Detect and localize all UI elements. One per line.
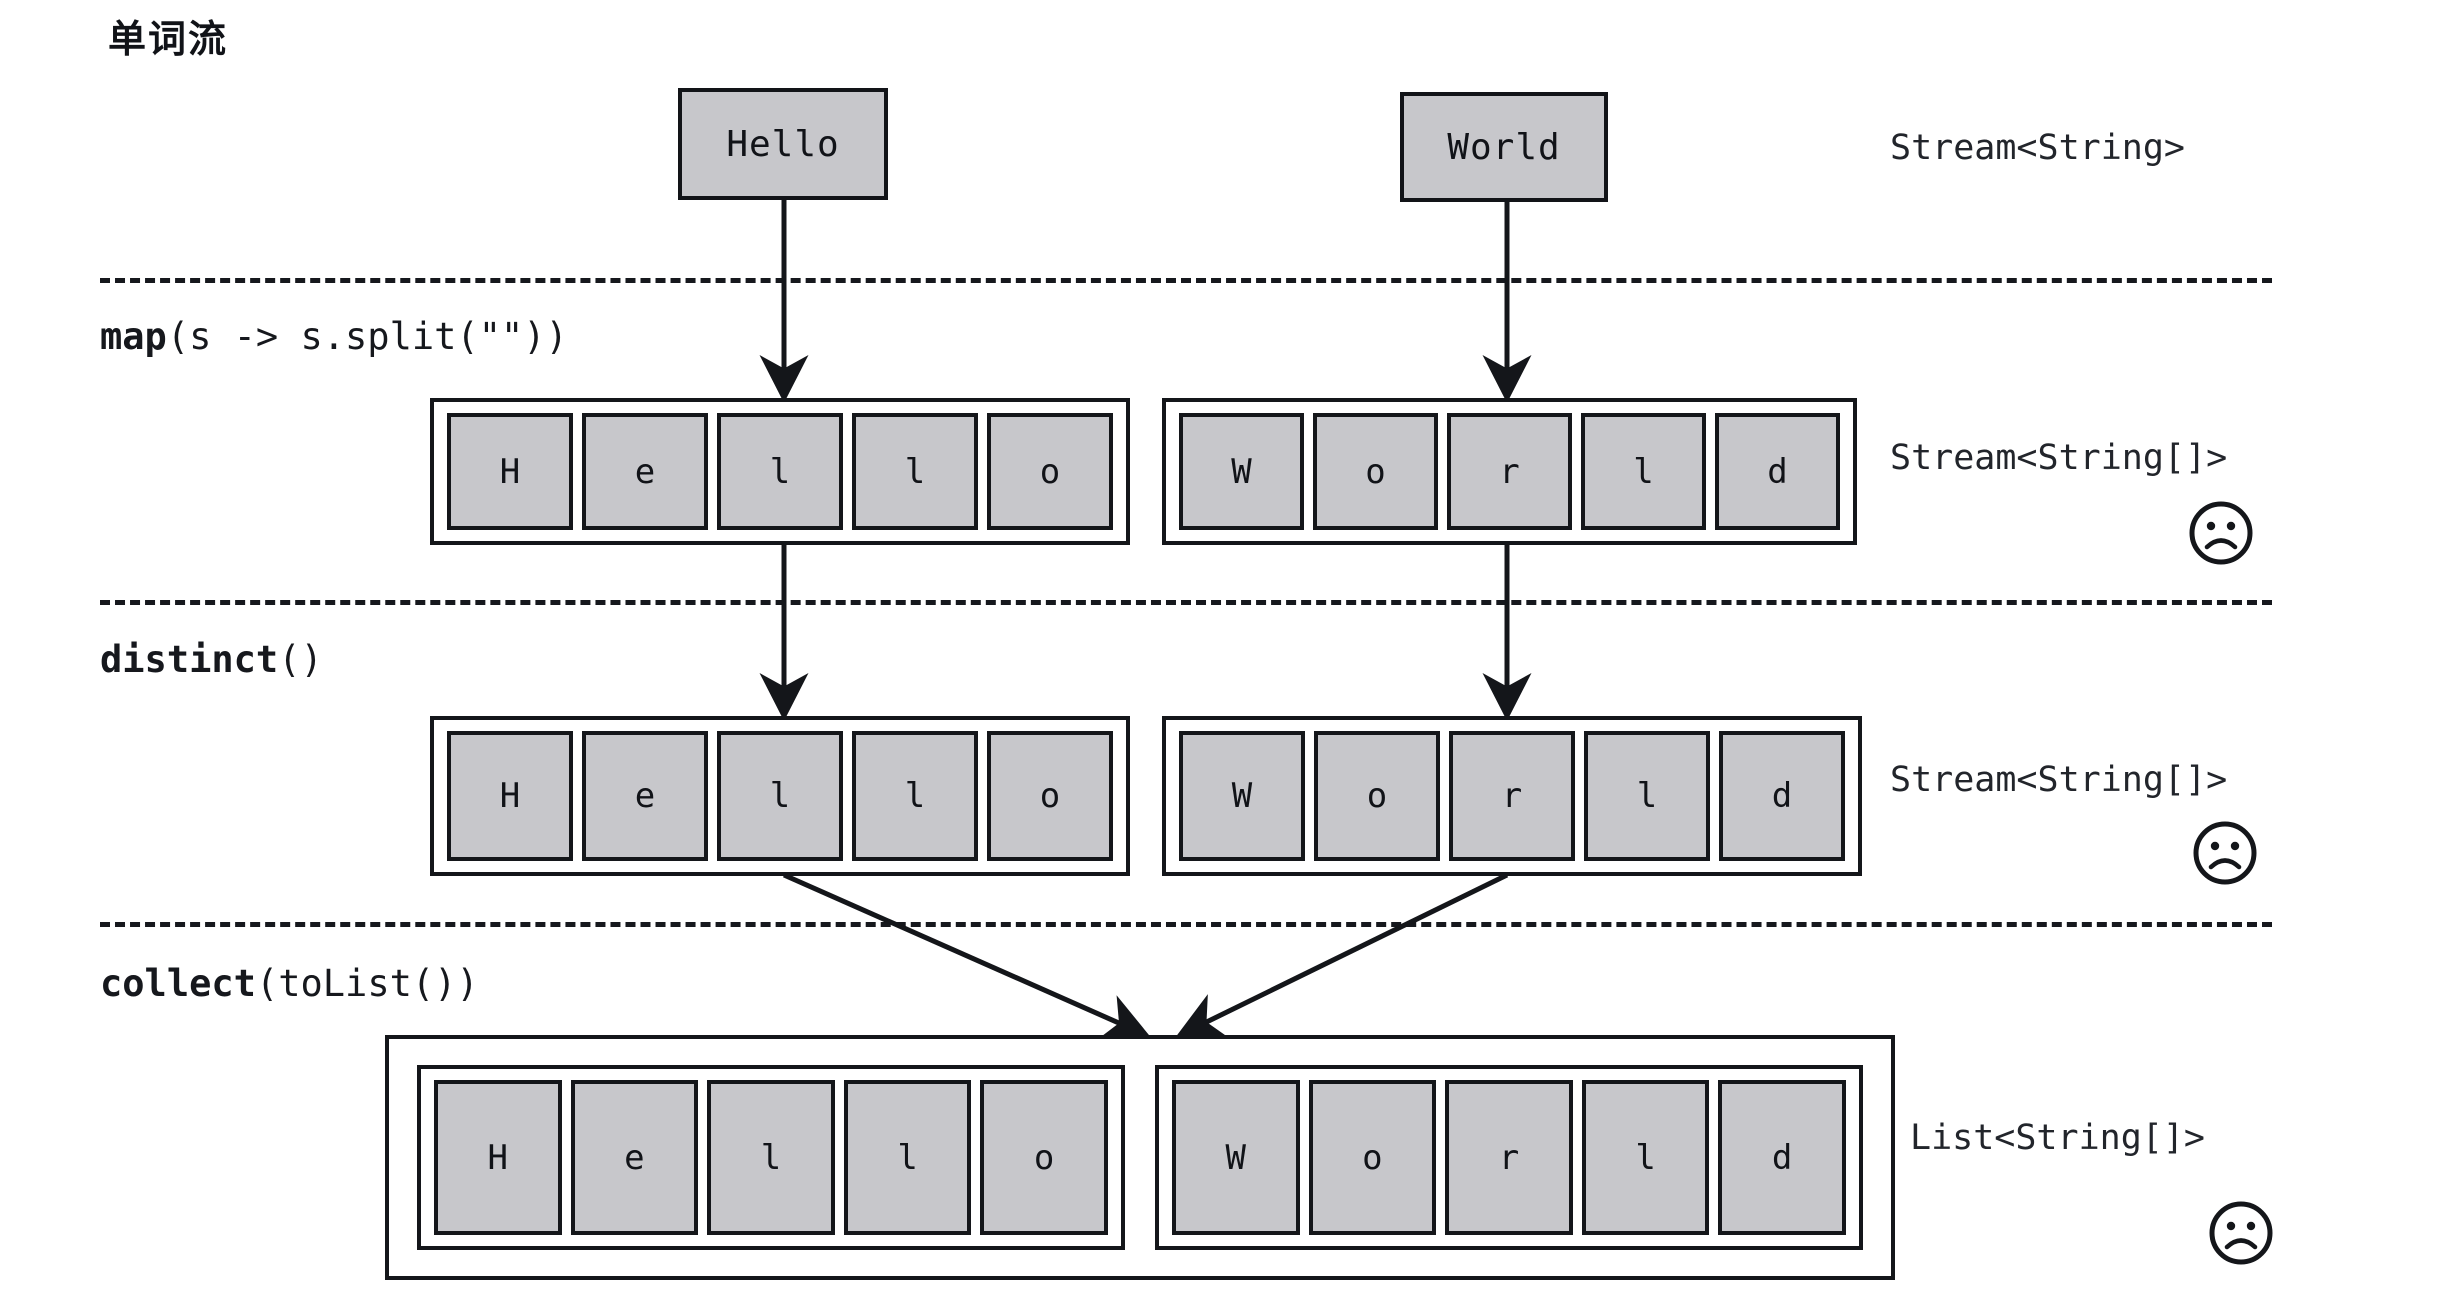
op-name: collect — [100, 962, 256, 1005]
letter-cell: d — [1715, 413, 1840, 530]
letter-cell: l — [707, 1080, 835, 1235]
word-box-label: Hello — [726, 123, 840, 165]
letter-cell: o — [1314, 731, 1440, 861]
op-label-collect: collect(toList()) — [100, 962, 479, 1005]
array-box-hello-map: H e l l o — [430, 398, 1130, 545]
type-label-stream-string-array-map: Stream<String[]> — [1890, 438, 2228, 478]
type-label-stream-string: Stream<String> — [1890, 128, 2186, 168]
word-box-world: World — [1400, 92, 1608, 202]
sad-face-icon — [2209, 1201, 2273, 1265]
type-label-stream-string-array-distinct: Stream<String[]> — [1890, 760, 2228, 800]
letter-cell: o — [1308, 1080, 1437, 1235]
letter-cell: e — [582, 413, 708, 530]
letter-cell: r — [1447, 413, 1572, 530]
sad-face-icon — [2193, 821, 2257, 885]
letter-cell: W — [1179, 413, 1304, 530]
arrow-merge-icon — [782, 872, 1151, 1041]
letter-cell: l — [852, 413, 978, 530]
letter-cell: o — [980, 1080, 1108, 1235]
stage-separator-3 — [100, 922, 2272, 927]
letter-cell: l — [717, 731, 843, 861]
page-title: 单词流 — [108, 17, 229, 61]
word-box-label: World — [1447, 126, 1561, 168]
letter-cell: H — [447, 731, 573, 861]
letter-cell: W — [1172, 1080, 1300, 1235]
letter-cell: r — [1449, 731, 1575, 861]
op-label-distinct: distinct() — [100, 638, 323, 681]
letter-cell: r — [1445, 1080, 1573, 1235]
op-args: (toList()) — [255, 962, 479, 1005]
letter-cell: l — [852, 731, 978, 861]
letter-cell: l — [843, 1080, 972, 1235]
op-label-map: map(s -> s.split("")) — [100, 315, 568, 358]
array-box-world-map: W o r l d — [1162, 398, 1857, 545]
arrow-merge-icon — [1175, 872, 1509, 1039]
letter-cell: e — [570, 1080, 699, 1235]
letter-cell: l — [1581, 1080, 1710, 1235]
diagram-canvas: 单词流 Hello World Stream<String> map(s -> … — [0, 0, 2448, 1296]
array-box-world-distinct: W o r l d — [1162, 716, 1862, 876]
letter-cell: e — [582, 731, 708, 861]
letter-cell: l — [1584, 731, 1710, 861]
array-box-world-collect: W o r l d — [1155, 1065, 1863, 1250]
op-args: (s -> s.split("")) — [166, 315, 568, 358]
letter-cell: o — [1313, 413, 1438, 530]
letter-cell: d — [1719, 731, 1845, 861]
stage-separator-1 — [100, 278, 2272, 283]
letter-cell: H — [447, 413, 573, 530]
letter-cell: l — [1581, 413, 1706, 530]
letter-cell: W — [1179, 731, 1305, 861]
type-label-list-string-array: List<String[]> — [1910, 1118, 2206, 1158]
letter-cell: l — [717, 413, 843, 530]
array-box-hello-distinct: H e l l o — [430, 716, 1130, 876]
word-box-hello: Hello — [678, 88, 888, 200]
letter-cell: d — [1718, 1080, 1846, 1235]
array-box-hello-collect: H e l l o — [417, 1065, 1125, 1250]
op-name: map — [100, 315, 167, 358]
stage-separator-2 — [100, 600, 2272, 605]
letter-cell: o — [987, 731, 1113, 861]
sad-face-icon — [2189, 501, 2253, 565]
op-args: () — [278, 638, 323, 681]
op-name: distinct — [100, 638, 279, 681]
letter-cell: o — [987, 413, 1113, 530]
letter-cell: H — [434, 1080, 562, 1235]
list-box-collect: H e l l o W o r l d — [385, 1035, 1895, 1280]
